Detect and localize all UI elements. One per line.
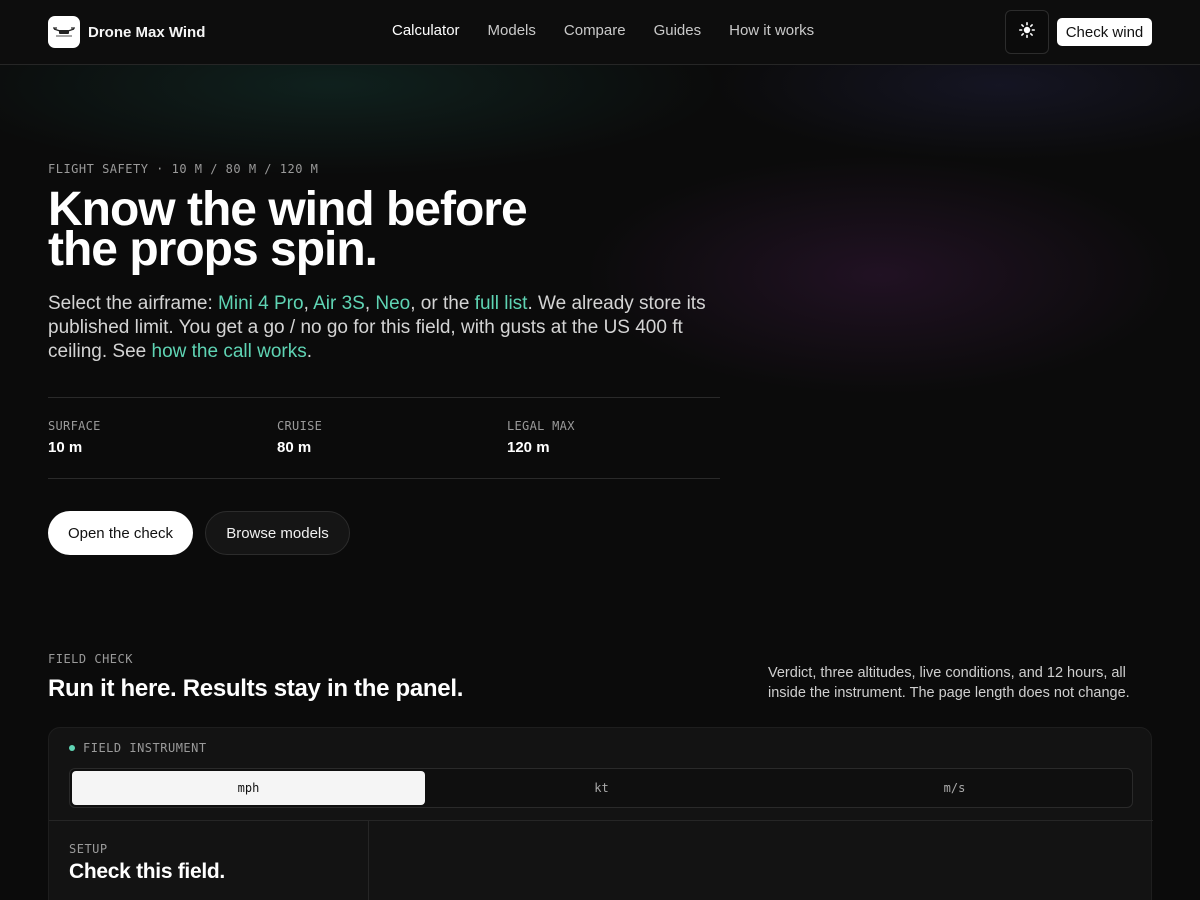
field-check-title: Run it here. Results stay in the panel. (48, 675, 464, 702)
brand[interactable]: Drone Max Wind (48, 16, 205, 48)
panel-column-divider (368, 820, 369, 900)
stat-cruise: CRUISE 80 m (277, 419, 322, 456)
open-the-check-button[interactable]: Open the check (48, 511, 193, 555)
nav-item-calculator[interactable]: Calculator (392, 22, 460, 39)
lede-text: , (303, 293, 314, 314)
lede-text: Select the airframe: (48, 293, 219, 314)
panel-divider (49, 820, 1153, 821)
unit-selector: mph kt m/s (69, 768, 1133, 808)
link-mini-4-pro[interactable]: Mini 4 Pro (218, 293, 304, 314)
stat-value: 10 m (48, 439, 83, 456)
hero-eyebrow: FLIGHT SAFETY · 10 M / 80 M / 120 M (48, 162, 319, 176)
stat-label: CRUISE (277, 419, 323, 433)
lede-text: , (364, 293, 376, 314)
link-how-the-call-works[interactable]: how the call works (152, 341, 307, 362)
drone-icon (48, 16, 80, 48)
brand-name: Drone Max Wind (88, 23, 206, 41)
link-full-list[interactable]: full list (475, 293, 528, 314)
status-dot-icon (69, 745, 75, 751)
lede-text: , or the (410, 293, 475, 314)
check-wind-button[interactable]: Check wind (1057, 18, 1152, 46)
field-check-eyebrow: FIELD CHECK (48, 652, 133, 666)
theme-toggle-button[interactable] (1005, 10, 1049, 54)
panel-header: FIELD INSTRUMENT (69, 741, 207, 755)
hero-lede: Select the airframe: Mini 4 Pro, Air 3S,… (48, 292, 728, 364)
hero-title: Know the wind before the props spin. (48, 186, 648, 276)
stat-legal-max: LEGAL MAX 120 m (507, 419, 575, 456)
stat-surface: SURFACE 10 m (48, 419, 101, 456)
sun-icon (1019, 21, 1035, 43)
setup-title: Check this field. (69, 860, 225, 883)
lede-text: . (306, 341, 313, 362)
field-instrument-panel: FIELD INSTRUMENT mph kt m/s SETUP Check … (48, 727, 1153, 900)
altitude-stats: SURFACE 10 m CRUISE 80 m LEGAL MAX 120 m (48, 397, 720, 479)
link-neo[interactable]: Neo (375, 293, 410, 314)
unit-option-mph[interactable]: mph (72, 771, 425, 805)
main-nav: Calculator Models Compare Guides How it … (392, 22, 814, 39)
browse-models-button[interactable]: Browse models (205, 511, 350, 555)
field-check-note: Verdict, three altitudes, live condition… (768, 665, 1130, 701)
nav-item-guides[interactable]: Guides (654, 22, 702, 39)
stat-label: LEGAL MAX (507, 419, 575, 433)
panel-label: FIELD INSTRUMENT (83, 741, 207, 755)
setup-label: SETUP (69, 842, 108, 856)
nav-item-models[interactable]: Models (488, 22, 536, 39)
nav-item-how-it-works[interactable]: How it works (729, 22, 814, 39)
top-navigation-bar: Drone Max Wind Calculator Models Compare… (0, 0, 1200, 65)
nav-item-compare[interactable]: Compare (564, 22, 626, 39)
stat-value: 120 m (507, 439, 550, 456)
unit-option-ms[interactable]: m/s (778, 771, 1131, 805)
stat-label: SURFACE (48, 419, 101, 433)
link-air-3s[interactable]: Air 3S (313, 293, 365, 314)
stat-value: 80 m (277, 439, 312, 456)
unit-option-kt[interactable]: kt (425, 771, 778, 805)
hero-title-line-2: the props spin. (48, 223, 378, 276)
